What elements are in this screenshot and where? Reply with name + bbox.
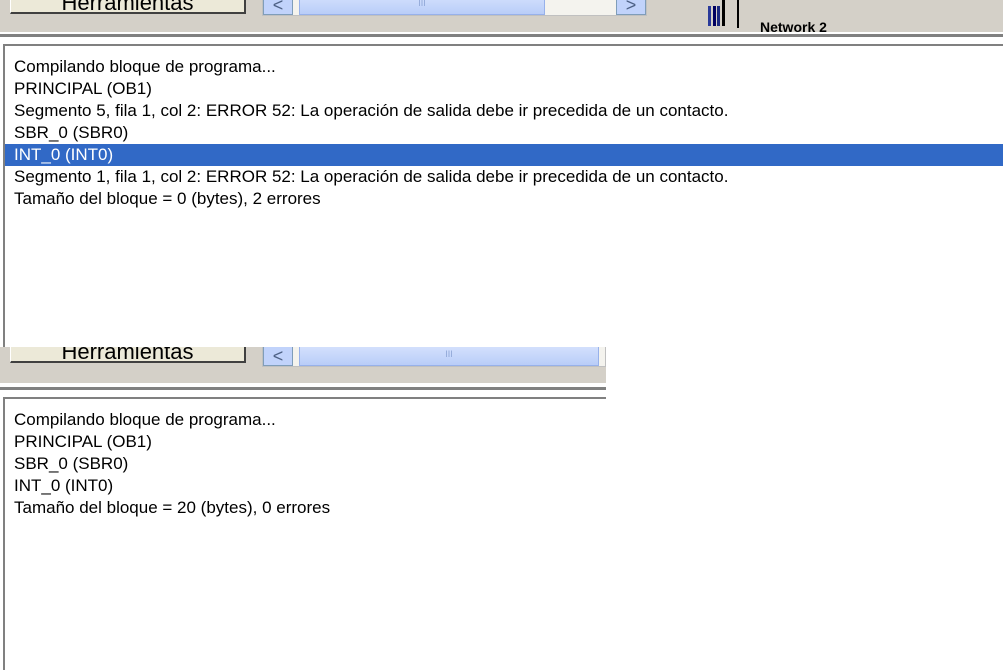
scroll-right-icon[interactable]: > [616,0,646,15]
output-line[interactable]: PRINCIPAL (OB1) [14,78,1003,100]
output-line[interactable]: Compilando bloque de programa... [14,409,606,431]
tools-tab-label: Herramientas [61,0,194,14]
output-line-selected[interactable]: INT_0 (INT0) [5,144,1003,166]
horizontal-scrollbar[interactable]: < III [262,347,606,367]
splitter[interactable] [0,34,1003,38]
power-rail [737,0,739,28]
output-line[interactable]: SBR_0 (SBR0) [14,453,606,475]
tools-tab-button[interactable]: Herramientas [10,347,246,363]
scroll-thumb[interactable]: III [299,0,545,15]
splitter[interactable] [0,387,606,391]
scroll-left-icon[interactable]: < [263,0,293,15]
output-line[interactable]: INT_0 (INT0) [14,475,606,497]
toolbar-strip: Herramientas < III [0,347,606,383]
tools-tab-button[interactable]: Herramientas [10,0,246,14]
output-list: Compilando bloque de programa... PRINCIP… [5,56,1003,210]
output-window[interactable]: Compilando bloque de programa... PRINCIP… [3,397,606,670]
scroll-left-icon[interactable]: < [263,347,293,366]
output-line-error[interactable]: Segmento 1, fila 1, col 2: ERROR 52: La … [14,166,1003,188]
output-window[interactable]: Compilando bloque de programa... PRINCIP… [3,44,1003,347]
output-line[interactable]: PRINCIPAL (OB1) [14,431,606,453]
compile-output-success: Herramientas < III Compilando bloque de … [0,347,606,670]
output-line-error[interactable]: Segmento 5, fila 1, col 2: ERROR 52: La … [14,100,1003,122]
network-label: Network 2 [760,20,827,32]
output-line[interactable]: Compilando bloque de programa... [14,56,1003,78]
toolbar-strip: Herramientas < III > Network 2 [0,0,1003,32]
ladder-rung-icon [704,0,725,26]
output-line-summary[interactable]: Tamaño del bloque = 20 (bytes), 0 errore… [14,497,606,519]
compile-output-with-errors: Herramientas < III > Network 2 Compiland… [0,0,1003,347]
output-line-summary[interactable]: Tamaño del bloque = 0 (bytes), 2 errores [14,188,1003,210]
output-list: Compilando bloque de programa... PRINCIP… [14,409,606,519]
output-line[interactable]: SBR_0 (SBR0) [14,122,1003,144]
tools-tab-label: Herramientas [61,347,194,363]
horizontal-scrollbar[interactable]: < III > [262,0,647,16]
scroll-thumb[interactable]: III [299,347,599,366]
